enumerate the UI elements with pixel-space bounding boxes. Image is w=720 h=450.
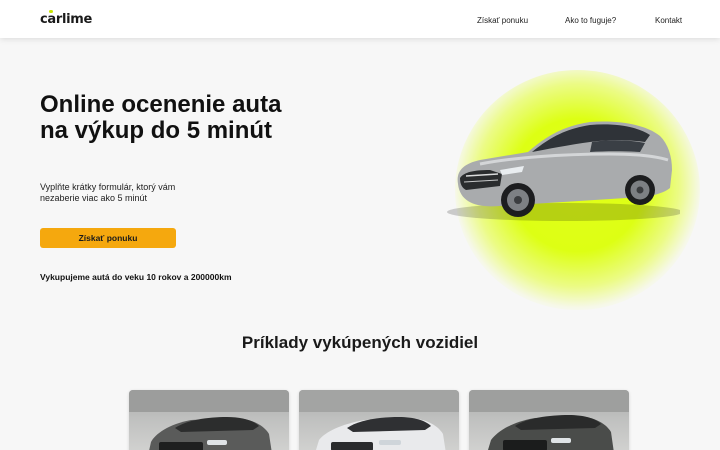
hero-car-image <box>447 121 680 221</box>
nav-get-offer[interactable]: Získať ponuku <box>477 16 528 25</box>
get-offer-button[interactable]: Získať ponuku <box>40 228 176 248</box>
nav-how-it-works[interactable]: Ako to fuguje? <box>565 16 616 25</box>
examples-title: Príklady vykúpených vozidiel <box>241 333 479 352</box>
hero-title-line-2: na výkup do 5 minút <box>40 117 273 144</box>
example-car-card[interactable] <box>129 390 289 450</box>
example-car-image <box>469 390 629 450</box>
nav-contact[interactable]: Kontakt <box>655 16 682 25</box>
hero-title: Online ocenenie auta na výkup do 5 minút <box>40 92 340 144</box>
top-navbar: carlime Získať ponuku Ako to fuguje? Kon… <box>0 0 720 38</box>
hero-subtitle: Vyplňte krátky formulár, ktorý vám nezab… <box>40 182 176 203</box>
hero-note: Vykupujeme autá do veku 10 rokov a 20000… <box>40 272 232 282</box>
example-car-card[interactable] <box>469 390 629 450</box>
logo[interactable]: carlime <box>40 12 92 27</box>
example-car-image <box>299 390 459 450</box>
hero-title-normal: auta <box>232 91 282 118</box>
example-car-image <box>129 390 289 450</box>
hero-title-bold: Online ocenenie <box>40 91 226 118</box>
example-car-card[interactable] <box>299 390 459 450</box>
